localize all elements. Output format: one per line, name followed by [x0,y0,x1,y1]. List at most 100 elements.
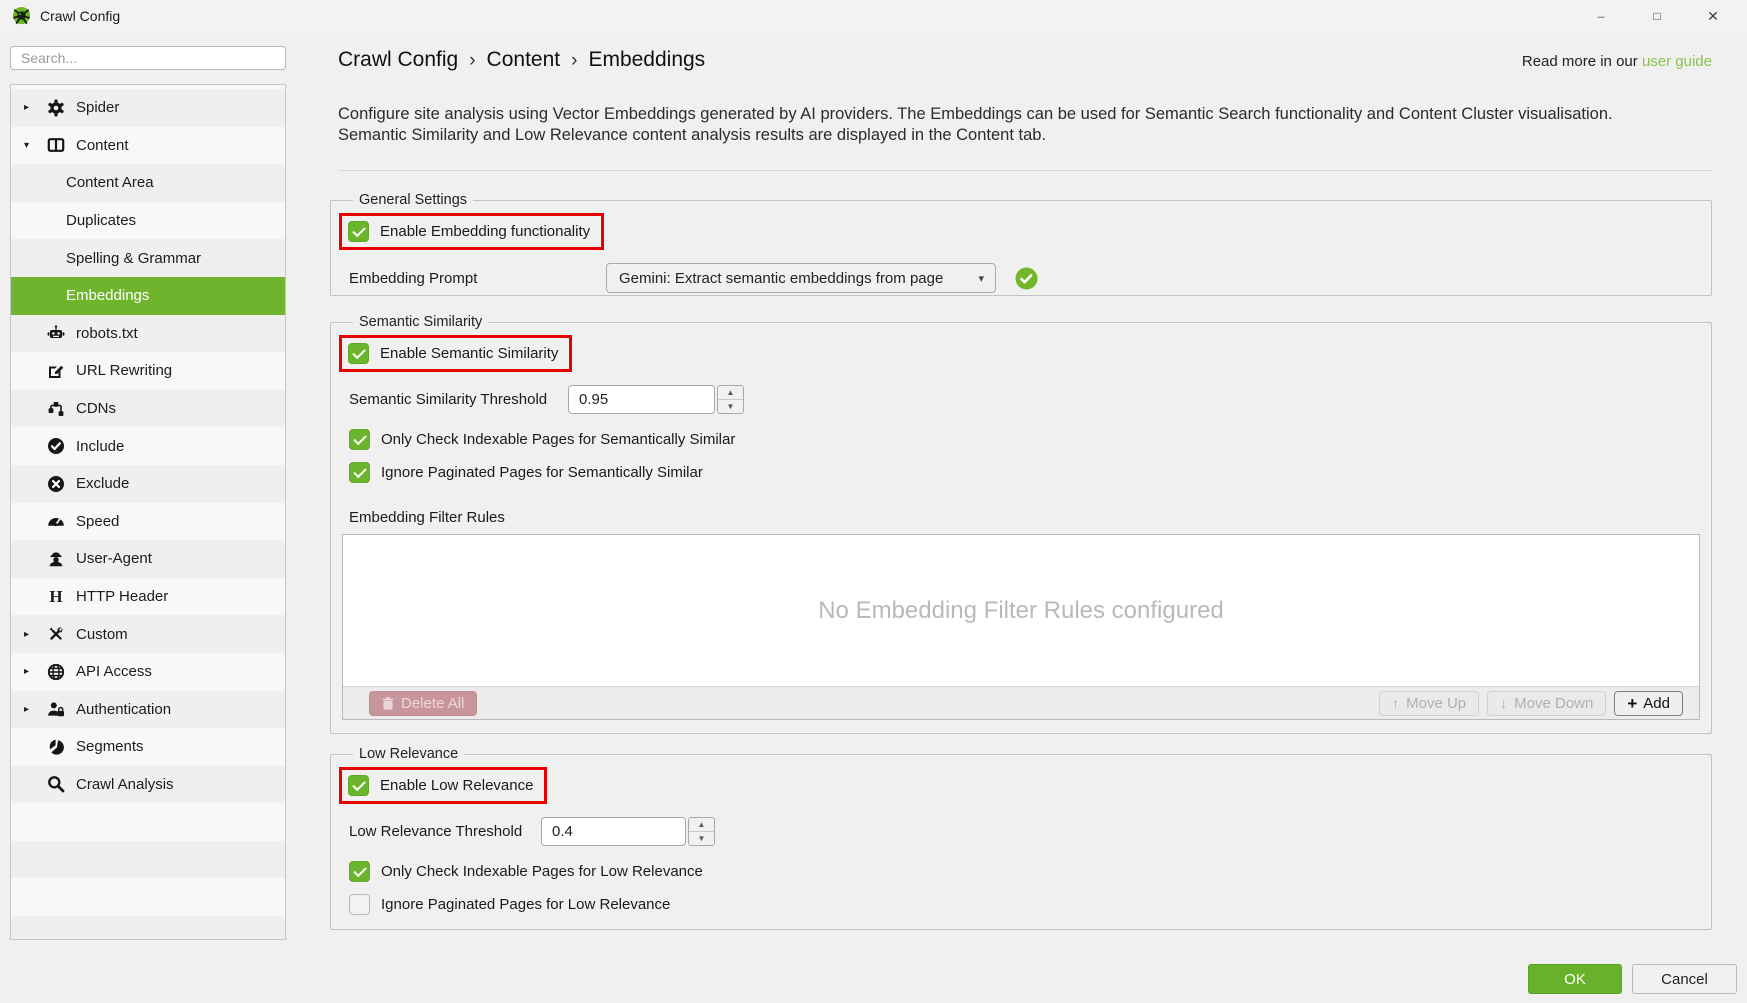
spinner-down-icon[interactable]: ▼ [689,832,714,845]
breadcrumb-crawl-config[interactable]: Crawl Config [338,48,458,72]
only-indexable-semantic-checkbox[interactable] [349,429,370,450]
read-more-text: Read more in our user guide [1522,53,1712,70]
embedding-prompt-row: Embedding Prompt Gemini: Extract semanti… [349,263,1693,293]
low-relevance-threshold-label: Low Relevance Threshold [349,823,541,840]
only-indexable-low-relevance-checkbox[interactable] [349,861,370,882]
network-icon [44,400,68,418]
sidebar-item-url-rewriting[interactable]: URL Rewriting [11,352,285,390]
sidebar-item-content-area[interactable]: Content Area [11,164,285,202]
add-button[interactable]: + Add [1614,691,1683,716]
columns-icon [44,136,68,154]
sidebar-item-label: User-Agent [76,550,152,567]
ignore-paginated-low-relevance-row: Ignore Paginated Pages for Low Relevance [349,894,1693,915]
sidebar-item-user-agent[interactable]: User-Agent [11,540,285,578]
window-title: Crawl Config [40,8,120,24]
sidebar-item-api-access[interactable]: ▸ API Access [11,653,285,691]
low-relevance-threshold-row: Low Relevance Threshold ▲ ▼ [349,817,1693,846]
sidebar-item-speed[interactable]: Speed [11,503,285,541]
sidebar-item-http-header[interactable]: H HTTP Header [11,578,285,616]
sidebar-item-include[interactable]: Include [11,427,285,465]
arrow-up-icon: ↑ [1392,695,1399,711]
sidebar-item-spider[interactable]: ▸ Spider [11,89,285,127]
ignore-paginated-low-relevance-checkbox[interactable] [349,894,370,915]
only-indexable-semantic-row: Only Check Indexable Pages for Semantica… [349,429,1693,450]
spinner-down-icon[interactable]: ▼ [718,400,743,413]
chevron-right-icon[interactable]: ▸ [24,666,44,677]
page-description: Configure site analysis using Vector Emb… [338,104,1613,146]
semantic-similarity-legend: Semantic Similarity [353,314,488,330]
sidebar-item-label: HTTP Header [76,588,168,605]
semantic-threshold-input[interactable] [568,385,715,414]
check-circle-icon [44,437,68,455]
delete-all-button[interactable]: Delete All [369,691,477,716]
ignore-paginated-low-relevance-label: Ignore Paginated Pages for Low Relevance [381,896,670,913]
sidebar-item-cdns[interactable]: CDNs [11,390,285,428]
sidebar-item-robots-txt[interactable]: robots.txt [11,315,285,353]
edit-icon [44,362,68,380]
config-tree: ▸ Spider ▾ Content Content Area Duplicat… [10,84,286,940]
embedding-prompt-label: Embedding Prompt [349,270,606,287]
only-indexable-low-relevance-row: Only Check Indexable Pages for Low Relev… [349,861,1693,882]
spinner-up-icon[interactable]: ▲ [689,818,714,832]
chevron-right-icon[interactable]: ▸ [24,629,44,640]
move-down-button[interactable]: ↓ Move Down [1487,691,1606,716]
tools-icon [44,625,68,643]
minimize-icon[interactable]: – [1573,0,1629,32]
move-up-button[interactable]: ↑ Move Up [1379,691,1479,716]
sidebar-item-label: Exclude [76,475,129,492]
ok-button[interactable]: OK [1528,964,1622,994]
sidebar-item-crawl-analysis[interactable]: Crawl Analysis [11,766,285,804]
breadcrumb-content[interactable]: Content [487,48,561,72]
search-input[interactable] [10,46,286,70]
sidebar-item-authentication[interactable]: ▸ Authentication [11,691,285,729]
semantic-threshold-spinner: ▲ ▼ [717,385,744,414]
sidebar-empty-row [11,803,285,841]
sidebar-item-label: Embeddings [66,287,149,304]
user-lock-icon [44,700,68,718]
breadcrumb-separator: › [571,50,577,72]
ignore-paginated-semantic-checkbox[interactable] [349,462,370,483]
maximize-icon[interactable]: □ [1629,0,1685,32]
sidebar-item-content[interactable]: ▾ Content [11,127,285,165]
breadcrumb-separator: › [469,50,475,72]
low-relevance-threshold-input[interactable] [541,817,686,846]
sidebar-item-duplicates[interactable]: Duplicates [11,202,285,240]
sidebar-item-label: Speed [76,513,119,530]
user-guide-link[interactable]: user guide [1642,53,1712,70]
spinner-up-icon[interactable]: ▲ [718,386,743,400]
sidebar-item-spelling-grammar[interactable]: Spelling & Grammar [11,239,285,277]
enable-low-relevance-checkbox[interactable] [348,775,369,796]
chevron-right-icon[interactable]: ▸ [24,704,44,715]
chevron-right-icon[interactable]: ▸ [24,102,44,113]
cancel-button[interactable]: Cancel [1632,964,1737,994]
sidebar-item-custom[interactable]: ▸ Custom [11,615,285,653]
enable-semantic-similarity-checkbox[interactable] [348,343,369,364]
sidebar-item-embeddings[interactable]: Embeddings [11,277,285,315]
sidebar-item-label: Duplicates [66,212,136,229]
rules-toolbar: Delete All ↑ Move Up ↓ Move Down + Add [343,686,1699,719]
gear-icon [44,99,68,117]
x-circle-icon [44,475,68,493]
sidebar-item-label: Segments [76,738,144,755]
sidebar-empty-row [11,841,285,879]
check-circle-green-icon [1015,267,1038,290]
crawl-config-window: Crawl Config – □ ✕ ▸ Spider ▾ Content Co… [0,0,1747,1003]
trash-icon [382,697,394,710]
embedding-prompt-select[interactable]: Gemini: Extract semantic embeddings from… [606,263,996,293]
annotation-box-enable-low-relevance: Enable Low Relevance [339,767,547,804]
agent-icon [44,550,68,568]
embedding-prompt-value: Gemini: Extract semantic embeddings from… [619,270,943,287]
breadcrumb-embeddings[interactable]: Embeddings [588,48,705,72]
general-settings-legend: General Settings [353,192,473,208]
semantic-threshold-label: Semantic Similarity Threshold [349,391,568,408]
only-indexable-low-relevance-label: Only Check Indexable Pages for Low Relev… [381,863,703,880]
enable-embedding-label: Enable Embedding functionality [380,223,590,240]
sidebar-item-segments[interactable]: Segments [11,728,285,766]
plus-icon: + [1627,696,1637,711]
dialog-footer: OK Cancel [1528,964,1737,994]
close-icon[interactable]: ✕ [1685,0,1741,32]
sidebar-item-exclude[interactable]: Exclude [11,465,285,503]
chevron-down-icon[interactable]: ▾ [24,140,44,151]
sidebar-item-label: Include [76,438,124,455]
enable-embedding-checkbox[interactable] [348,221,369,242]
